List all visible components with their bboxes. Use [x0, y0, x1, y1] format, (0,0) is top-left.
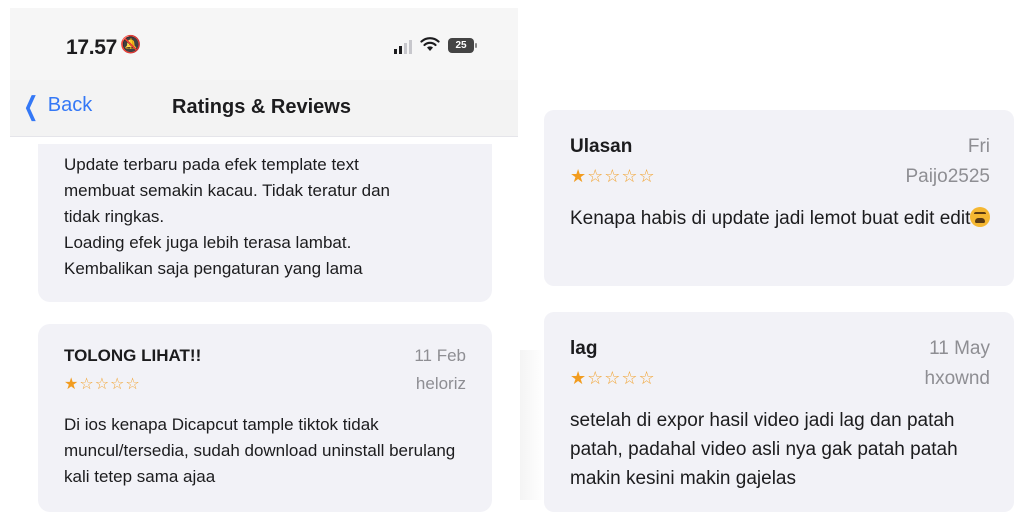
- status-indicators: 25: [394, 36, 477, 55]
- status-time: 17.57: [66, 36, 118, 59]
- review-date: Fri: [967, 136, 990, 157]
- star-rating: ★☆☆☆☆: [570, 166, 656, 187]
- star-filled-icon: ★: [570, 368, 588, 388]
- review-card[interactable]: Update terbaru pada efek template text m…: [38, 144, 492, 302]
- review-title: Ulasan: [570, 136, 633, 157]
- star-empty-icon: ☆☆☆☆: [587, 166, 656, 186]
- review-card[interactable]: TOLONG LIHAT!! 11 Feb ★☆☆☆☆ heloriz Di i…: [38, 324, 492, 512]
- back-label: Back: [47, 94, 93, 116]
- star-filled-icon: ★: [64, 376, 80, 393]
- page-title: Ratings & Reviews: [172, 96, 351, 118]
- status-bar: 17.57 🔕 25: [10, 8, 518, 80]
- bell-slash-icon: 🔕: [120, 35, 142, 54]
- review-date: 11 Feb: [414, 346, 466, 365]
- chevron-left-icon: ❮: [23, 90, 39, 121]
- star-rating: ★☆☆☆☆: [570, 368, 656, 389]
- review-title: lag: [570, 338, 598, 359]
- star-empty-icon: ☆☆☆☆: [79, 376, 141, 393]
- review-body: Kenapa habis di update jadi lemot buat e…: [570, 204, 1000, 233]
- review-title: TOLONG LIHAT!!: [64, 346, 202, 365]
- wifi-icon: [420, 36, 440, 55]
- review-body: Update terbaru pada efek template text m…: [64, 155, 390, 278]
- back-button[interactable]: ❮ Back: [20, 90, 93, 121]
- battery-icon: 25: [448, 38, 477, 53]
- star-rating: ★☆☆☆☆: [64, 374, 141, 394]
- review-body: Di ios kenapa Dicapcut tample tiktok tid…: [64, 415, 456, 486]
- left-screenshot-panel: 17.57 🔕 25 ❮ Back Ratings & Reviews Upda…: [10, 8, 518, 514]
- divider: [520, 350, 544, 500]
- cellular-signal-icon: [394, 38, 412, 54]
- review-body-text: Kenapa habis di update jadi lemot buat e…: [570, 208, 971, 229]
- star-filled-icon: ★: [570, 166, 588, 186]
- review-card[interactable]: Ulasan Fri ★☆☆☆☆ Paijo2525 Kenapa habis …: [544, 110, 1014, 286]
- review-author: heloriz: [415, 374, 466, 393]
- review-body: setelah di expor hasil video jadi lag da…: [570, 410, 958, 489]
- review-card[interactable]: lag 11 May ★☆☆☆☆ hxownd setelah di expor…: [544, 312, 1014, 512]
- review-author: Paijo2525: [905, 166, 990, 187]
- tired-face-emoji-icon: [970, 207, 991, 227]
- review-author: hxownd: [924, 368, 991, 389]
- navigation-bar: ❮ Back Ratings & Reviews: [10, 80, 518, 137]
- review-date: 11 May: [929, 338, 990, 359]
- star-empty-icon: ☆☆☆☆: [587, 368, 656, 388]
